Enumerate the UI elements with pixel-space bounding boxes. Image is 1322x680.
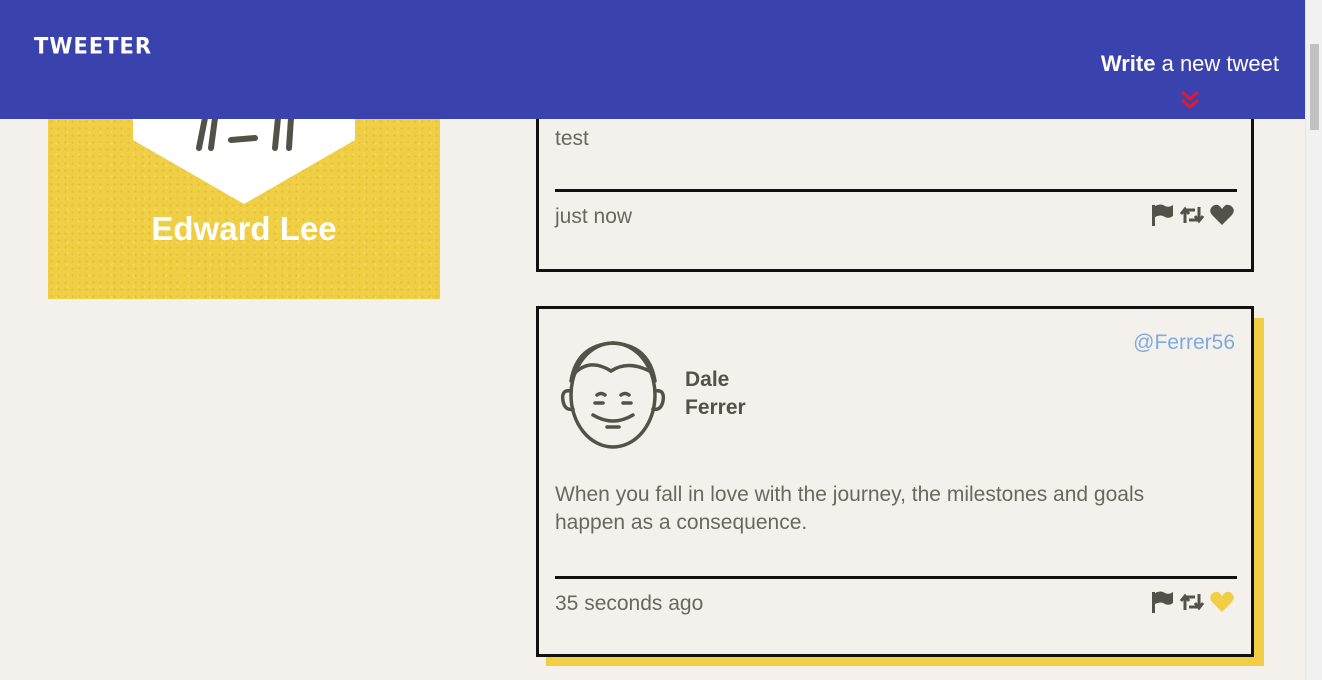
profile-name: Edward Lee: [151, 210, 337, 247]
tweet-text: test: [555, 127, 589, 150]
retweet-icon[interactable]: [1179, 590, 1205, 614]
heart-icon[interactable]: [1209, 590, 1235, 614]
tweet-text-line: When you fall in love with the journey, …: [555, 483, 1145, 506]
compose-rest-label: a new tweet: [1155, 51, 1279, 76]
compose-tweet-button[interactable]: Write a new tweet: [1101, 51, 1279, 77]
tweet-text: When you fall in love with the journey, …: [555, 481, 1144, 537]
tweet-divider: [555, 576, 1237, 579]
author-avatar[interactable]: [557, 329, 669, 453]
author-handle[interactable]: @Ferrer56: [1133, 331, 1235, 355]
tweet-actions: [1149, 590, 1235, 614]
scrollbar-thumb[interactable]: [1310, 44, 1319, 130]
heart-icon[interactable]: [1209, 203, 1235, 227]
profile-card: Edward Lee: [48, 90, 440, 299]
tweet-divider: [555, 189, 1237, 192]
compose-bold-label: Write: [1100, 51, 1156, 76]
tweet-timestamp: just now: [555, 205, 633, 228]
page-scrollbar[interactable]: [1305, 0, 1322, 680]
tweet-text-line: happen as a consequence.: [555, 511, 808, 534]
retweet-icon[interactable]: [1179, 203, 1205, 227]
double-chevron-down-icon[interactable]: [1178, 88, 1202, 112]
tweet-card: Dale Ferrer @Ferrer56 When you fall in l…: [536, 306, 1254, 657]
tweet-timestamp: 35 seconds ago: [555, 592, 704, 615]
tweet-actions: [1149, 203, 1235, 227]
author-last-name: Ferrer: [685, 396, 746, 419]
top-navbar: TWEETER Write a new tweet: [0, 0, 1305, 119]
brand-logo[interactable]: TWEETER: [34, 33, 152, 58]
flag-icon[interactable]: [1149, 203, 1175, 227]
flag-icon[interactable]: [1149, 590, 1175, 614]
author-name[interactable]: Dale Ferrer: [685, 366, 746, 422]
author-first-name: Dale: [685, 368, 730, 391]
